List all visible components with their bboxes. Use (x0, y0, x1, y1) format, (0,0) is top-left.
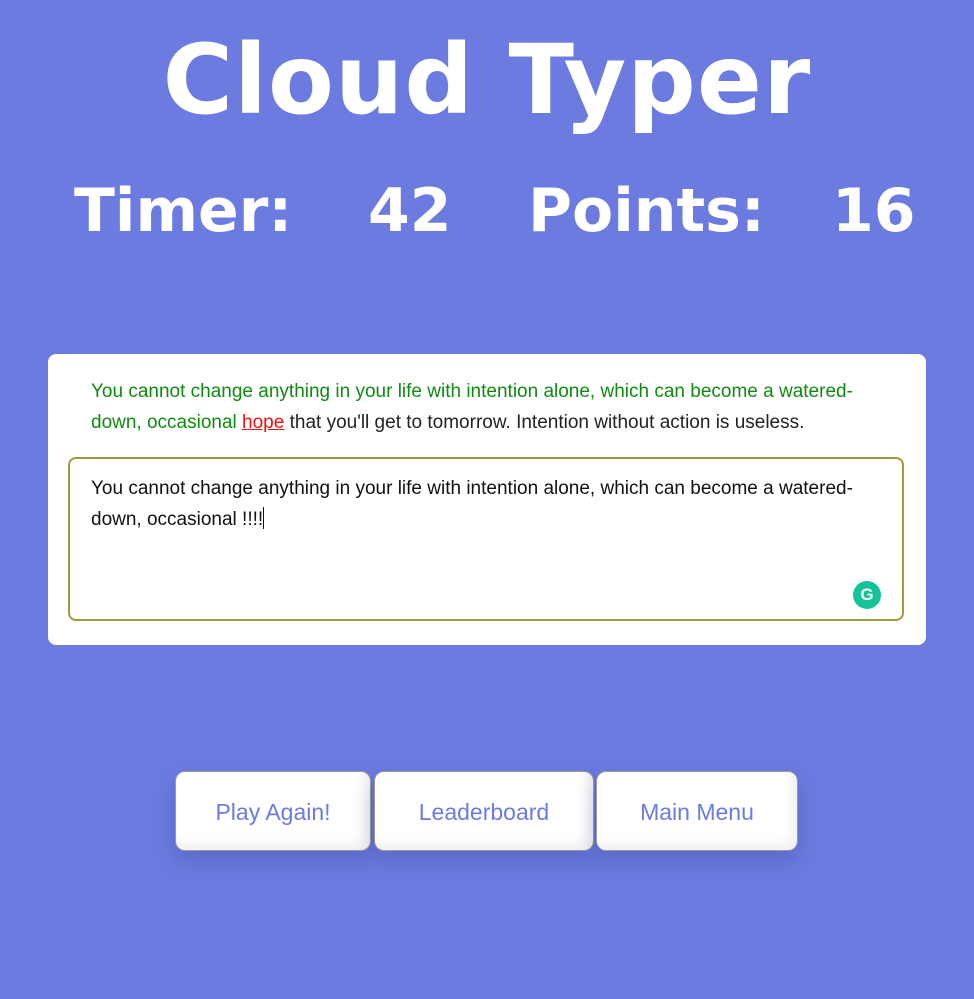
leaderboard-button[interactable]: Leaderboard (374, 771, 594, 851)
play-again-button[interactable]: Play Again! (175, 771, 371, 851)
page-title: Cloud Typer (162, 24, 812, 136)
timer-label: Timer: (74, 176, 293, 246)
prompt-remaining: that you'll get to tomorrow. Intention w… (289, 412, 805, 433)
typing-input[interactable]: You cannot change anything in your life … (68, 457, 904, 621)
prompt-text: You cannot change anything in your life … (91, 376, 871, 438)
text-caret (263, 507, 265, 529)
points-value: 16 (832, 176, 916, 246)
timer-value: 42 (368, 176, 452, 246)
typing-input-text[interactable]: You cannot change anything in your life … (91, 473, 871, 535)
main-menu-button[interactable]: Main Menu (596, 771, 798, 851)
prompt-current-word: hope (242, 412, 285, 433)
typing-input-value: You cannot change anything in your life … (91, 478, 853, 530)
typing-panel: You cannot change anything in your life … (48, 354, 926, 645)
grammarly-icon[interactable]: G (853, 581, 881, 609)
points-label: Points: (528, 176, 765, 246)
